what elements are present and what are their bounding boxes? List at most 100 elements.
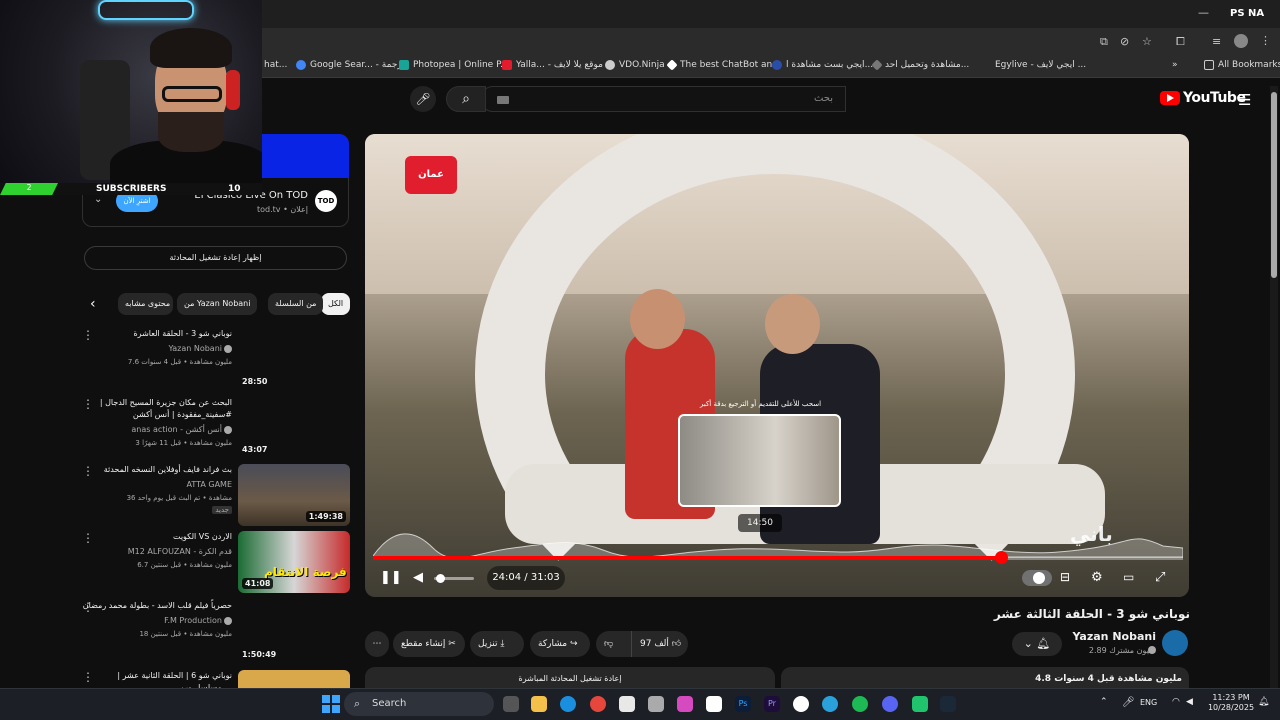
youtube-logo[interactable]: YouTube: [1160, 90, 1246, 106]
list-item[interactable]: ⋮ فرصة الانتقام 41:08 الكويت VS الاردن M…: [82, 531, 350, 597]
telegram-icon[interactable]: [822, 696, 838, 712]
clip-button[interactable]: إنشاء مقطع ✂: [393, 631, 465, 657]
profile-avatar[interactable]: [1234, 34, 1248, 48]
bookmark-item[interactable]: ايجي بست مشاهدة ا...: [772, 60, 873, 70]
app-icon[interactable]: [912, 696, 928, 712]
scrollbar-thumb[interactable]: [1271, 92, 1277, 278]
steam-icon[interactable]: [940, 696, 956, 712]
share-button[interactable]: مشاركة ↪: [530, 631, 590, 657]
taskbar-search[interactable]: ⌕ Search: [344, 692, 494, 716]
subscriber-goal-count: 10: [228, 184, 241, 194]
store-icon[interactable]: [619, 696, 635, 712]
list-item[interactable]: ⋮ 1:49:38 بث فراند فايف أوفلاين النسخه ا…: [82, 464, 350, 530]
chip-related[interactable]: محتوى مشابه: [118, 293, 173, 315]
star-icon[interactable]: ☆: [1142, 35, 1152, 48]
chevron-up-icon[interactable]: ⌃: [1100, 697, 1108, 707]
chatbot-icon: [666, 59, 678, 71]
notifications-button[interactable]: ⌄ 🔔︎: [1012, 632, 1062, 656]
channel-avatar[interactable]: [1162, 630, 1188, 656]
bookmark-item[interactable]: hat...: [264, 60, 287, 70]
egybest-icon: [772, 60, 782, 70]
premiere-icon[interactable]: Pr: [764, 696, 780, 712]
search-input[interactable]: بحث: [480, 86, 846, 112]
list-item[interactable]: ⋮ حصرياً فيلم قلب الاسد - بطولة محمد رمض…: [82, 600, 350, 666]
install-icon[interactable]: ⧉: [1100, 35, 1108, 49]
show-chat-replay-button[interactable]: إظهار إعادة تشغيل المحادثة: [84, 246, 347, 270]
progress-fill: [373, 556, 1001, 560]
tod-logo[interactable]: TOD: [315, 190, 337, 212]
chevron-down-icon[interactable]: ⌄: [94, 194, 102, 205]
most-replayed-heatmap: [373, 533, 1183, 558]
chip-series[interactable]: من السلسلة: [268, 293, 324, 315]
video-thumbnail[interactable]: 1:49:38: [238, 464, 350, 526]
edge-icon[interactable]: [560, 696, 576, 712]
duration-badge: 41:08: [242, 578, 274, 589]
notifications-icon[interactable]: 🔔︎: [1258, 697, 1269, 707]
keyboard-icon[interactable]: [497, 96, 509, 104]
bookmark-item[interactable]: VDO.Ninja: [605, 60, 665, 70]
bookmark-item[interactable]: مشاهدة وتحميل احد...: [871, 59, 969, 71]
time-display: 24:04 / 31:03: [487, 566, 565, 590]
menu-icon[interactable]: ☰: [1238, 91, 1251, 109]
bookmark-item[interactable]: Photopea | Online P...: [399, 60, 509, 70]
search-icon: ⌕: [462, 91, 470, 107]
theater-mode-icon[interactable]: ▭: [1123, 570, 1134, 584]
bookmark-item[interactable]: The best ChatBot an...: [666, 59, 781, 71]
list-item[interactable]: ⋮ البحث عن مكان جزيرة المسيح الدجال | #س…: [82, 397, 350, 463]
all-bookmarks[interactable]: All Bookmarks: [1204, 60, 1280, 70]
search-button[interactable]: ⌕: [446, 86, 486, 112]
chip-channel[interactable]: من Yazan Nobani: [177, 293, 258, 315]
bookmark-item[interactable]: Google Sear... - ترجمة: [296, 60, 405, 70]
duration-badge: 1:49:38: [305, 511, 346, 522]
video-thumbnail[interactable]: [238, 670, 350, 688]
fullscreen-icon[interactable]: ⤢: [1155, 570, 1165, 585]
discord-icon[interactable]: [882, 696, 898, 712]
voice-search-button[interactable]: 🎤︎: [410, 86, 436, 112]
windows-start-icon[interactable]: [322, 695, 340, 713]
volume-knob[interactable]: [436, 574, 445, 583]
list-item[interactable]: ⋮ نوباني شو 6 | الحلقة الثانية عشر | مسل…: [82, 670, 350, 688]
more-icon: ⋯: [372, 639, 382, 649]
chip-all[interactable]: الكل: [321, 293, 351, 315]
speaker-icon[interactable]: ◀︎: [1186, 697, 1193, 707]
more-icon[interactable]: ⋮: [1260, 34, 1271, 47]
like-button[interactable]: 97 ألف 👍︎: [632, 631, 688, 657]
app-icon[interactable]: [677, 696, 693, 712]
dislike-button[interactable]: 👎︎: [596, 631, 632, 657]
chevron-right-icon[interactable]: »: [1172, 60, 1178, 70]
ad-banner[interactable]: [262, 134, 349, 178]
input-language[interactable]: ENG: [1140, 698, 1157, 707]
settings-icon[interactable]: ⚙: [1091, 570, 1103, 585]
chevron-left-icon[interactable]: ‹: [90, 296, 96, 312]
subtitles-icon[interactable]: ⊟: [1060, 570, 1070, 584]
microphone-icon[interactable]: 🎤︎: [1122, 697, 1135, 708]
minimize-icon[interactable]: —: [1198, 6, 1209, 19]
video-thumbnail[interactable]: فرصة الانتقام 41:08: [238, 531, 350, 593]
eye-off-icon[interactable]: ⊘: [1120, 35, 1129, 48]
chrome-icon[interactable]: [590, 696, 606, 712]
photopea-icon: [399, 60, 409, 70]
bookmark-item[interactable]: Egylive - ايجي لايف ...: [995, 60, 1086, 70]
volume-icon[interactable]: ◀︎: [413, 570, 423, 585]
pause-icon[interactable]: ❚❚: [380, 570, 402, 585]
clock[interactable]: 11:23 PM 10/28/2025: [1206, 693, 1256, 713]
photoshop-icon[interactable]: Ps: [735, 696, 751, 712]
extensions-icon[interactable]: ⧠: [1176, 35, 1185, 49]
bookmark-item[interactable]: Yalla... - موقع يلا لايف: [502, 60, 603, 70]
new-badge: جديد: [212, 506, 232, 514]
spotify-icon[interactable]: [852, 696, 868, 712]
download-button[interactable]: تنزيل ⤓: [470, 631, 524, 657]
app-icon[interactable]: [793, 696, 809, 712]
more-actions-button[interactable]: ⋯: [365, 631, 389, 657]
google-icon: [296, 60, 306, 70]
task-view-icon[interactable]: [503, 696, 519, 712]
movies-icon: [871, 59, 883, 71]
chevron-down-icon: ⌄: [1023, 637, 1033, 650]
reading-list-icon[interactable]: ≡: [1212, 35, 1221, 48]
file-explorer-icon[interactable]: [531, 696, 547, 712]
list-item[interactable]: ⋮ نوباني شو 3 - الحلقة العاشرة Yazan Nob…: [82, 328, 350, 394]
usb-icon[interactable]: [648, 696, 664, 712]
progress-scrubber[interactable]: [994, 551, 1008, 564]
wifi-icon[interactable]: ◠: [1172, 697, 1180, 707]
capcut-icon[interactable]: [706, 696, 722, 712]
